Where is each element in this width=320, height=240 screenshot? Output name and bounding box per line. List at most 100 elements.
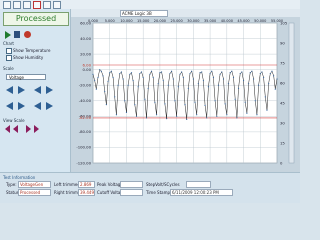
data-point [269,72,271,75]
data-point [174,100,176,102]
data-point [261,71,263,73]
data-point [274,88,276,90]
record-icon[interactable] [24,31,31,38]
data-point [177,86,179,88]
show-temperature-checkbox[interactable] [6,48,12,54]
data-point [197,83,199,85]
y-tick-label: -20.00 [79,83,92,88]
page-icon[interactable] [53,1,61,9]
data-point [216,115,218,117]
y-right-tick-label: 30 [280,120,285,125]
data-point [224,103,226,105]
status-value: Processed [18,189,51,196]
data-point [157,83,159,85]
grid-icon[interactable] [43,1,51,9]
stepvolt-label: StepVolt/SCycles [146,182,180,187]
zoom-arrow-icon[interactable] [6,86,25,110]
stepvolt-value [186,181,211,188]
data-point [236,117,238,119]
data-point [246,112,248,114]
data-point [211,70,213,72]
data-point [204,104,206,107]
y-tick-label: -120.00 [76,160,91,165]
data-point [149,73,151,75]
data-point [209,72,211,75]
y-right-tick-label: 15 [280,140,285,145]
data-point [105,104,107,106]
data-point [134,104,136,106]
data-point [92,73,94,75]
data-point [102,75,104,77]
data-point [119,72,121,75]
data-point [132,79,134,82]
x-tick-label: 5.000 [105,19,115,23]
data-point [196,114,198,116]
data-point [232,76,235,79]
data-point [162,79,164,82]
time-stamp-value: 6/11/2009 12:00:23 PM [170,189,233,196]
data-point [154,101,156,103]
data-point [207,86,210,88]
data-point [234,98,236,100]
data-point [189,72,191,75]
plot-background [92,22,278,164]
data-point [172,78,174,80]
data-point [256,114,258,116]
zoom-arrows [6,86,53,110]
x-tick-label: 40.000 [221,19,233,23]
x-tick-label: 25.000 [171,19,183,23]
data-point [221,71,223,73]
data-point [254,100,256,102]
data-point [159,72,161,74]
data-point [114,96,116,98]
show-humidity-checkbox[interactable] [6,55,12,61]
view-scale-section-label: View Scale [3,118,25,123]
y-tick-label: -80.00 [79,129,92,134]
data-point [109,72,111,74]
play-icon[interactable] [5,31,11,39]
y-tick-label: 20.00 [80,51,91,56]
cutoff-voltage-value [120,189,143,196]
reference-label: 6.00 [83,62,92,67]
data-point [244,101,246,103]
stop-icon[interactable] [14,31,20,38]
close-icon[interactable] [33,1,41,9]
data-point [130,72,133,74]
x-tick-label: 20.000 [154,19,166,23]
range-select[interactable]: ACME Logic 3B [120,10,168,17]
save-icon[interactable] [13,1,21,9]
y-right-tick-label: 0 [280,160,283,165]
test-info-panel: Test Information Type: VoltageGen Status… [0,172,300,203]
data-point [176,115,178,117]
data-point [229,72,231,74]
line-chart: 0.00 0 5.000 10.000 15.000 20.000 25.000 30.000… [76,19,295,165]
print-icon[interactable] [23,1,31,9]
y-right-tick-label: 60 [280,80,285,85]
data-point [191,70,193,72]
data-point [181,71,183,73]
data-point [127,84,129,86]
chart-section-label: Chart [3,41,14,46]
scroll-arrow-icon[interactable] [5,125,39,133]
data-point [268,83,270,85]
data-point [264,96,266,98]
data-point [206,117,208,119]
folder-icon[interactable] [3,1,11,9]
data-point [97,76,99,79]
data-point [239,72,241,75]
data-point [227,83,230,85]
show-humidity-label: Show Humidity [13,55,44,60]
y-tick-label: -40.00 [79,98,92,103]
data-point [249,72,251,74]
time-stamp-label: Time Stamp [146,190,171,195]
data-point [147,87,149,89]
zoom-alt-icon[interactable] [34,86,53,110]
data-point [112,76,114,79]
y-tick-label: -100.00 [76,145,91,150]
scale-select[interactable]: Voltage [6,74,46,80]
data-point [164,103,166,105]
data-point [99,69,101,71]
data-point [251,70,253,72]
peak-voltage-value [120,181,143,188]
data-point [252,78,255,80]
